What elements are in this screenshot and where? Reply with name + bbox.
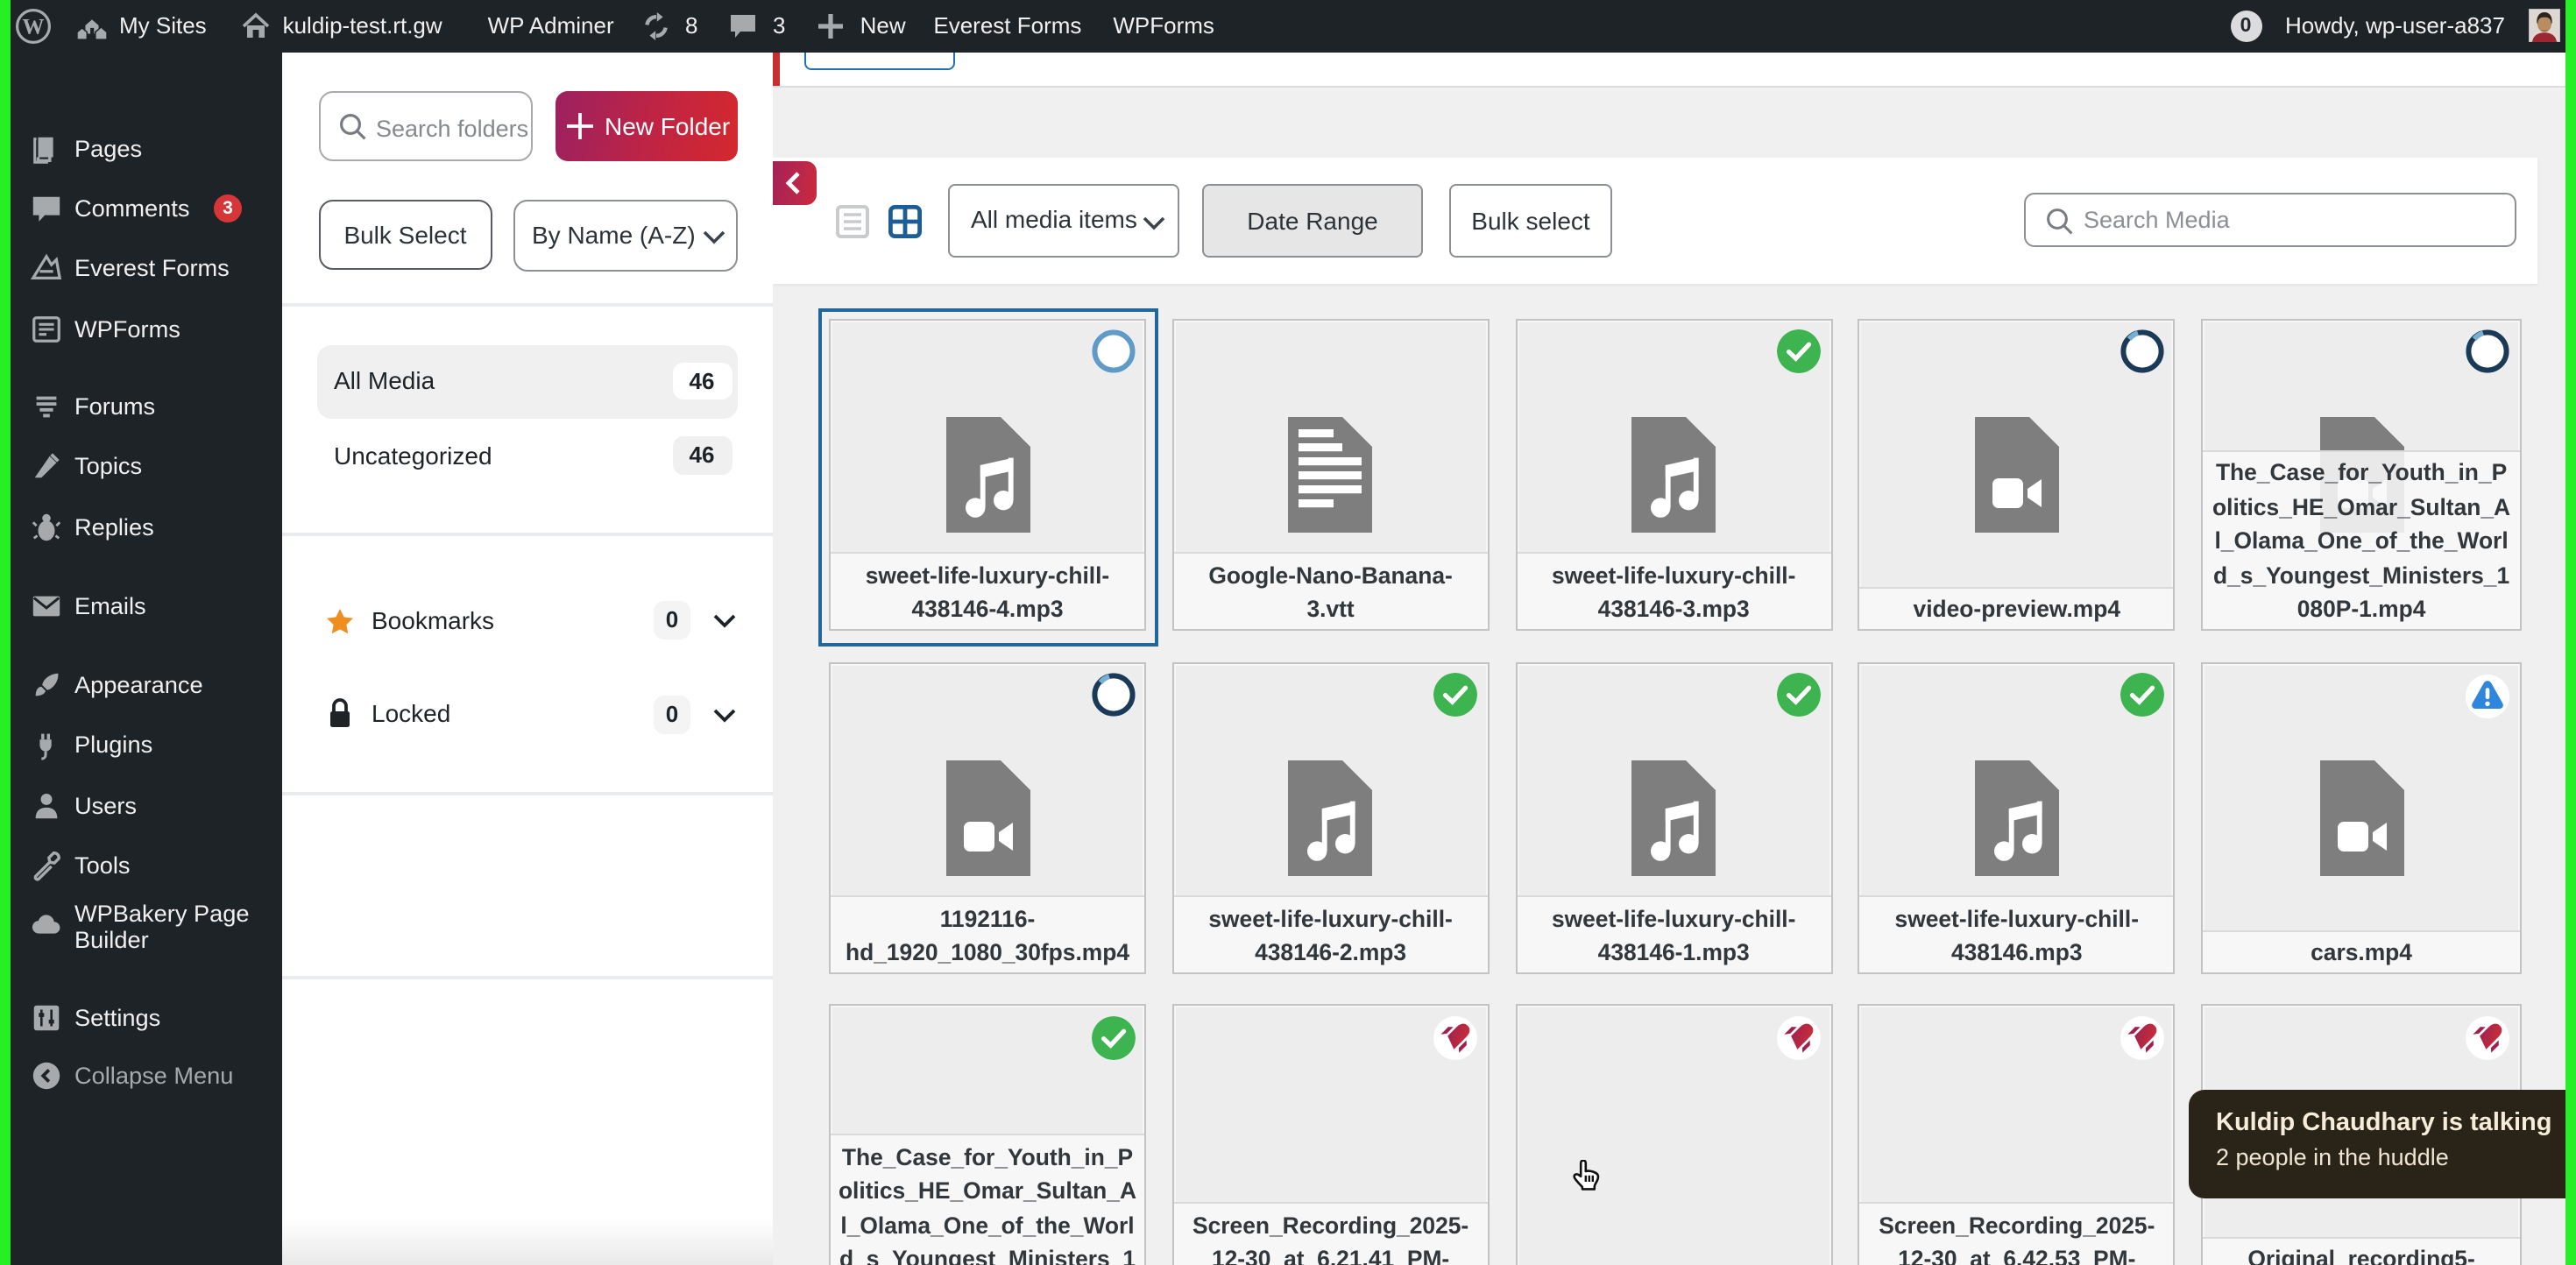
svg-text:W: W <box>22 15 44 39</box>
